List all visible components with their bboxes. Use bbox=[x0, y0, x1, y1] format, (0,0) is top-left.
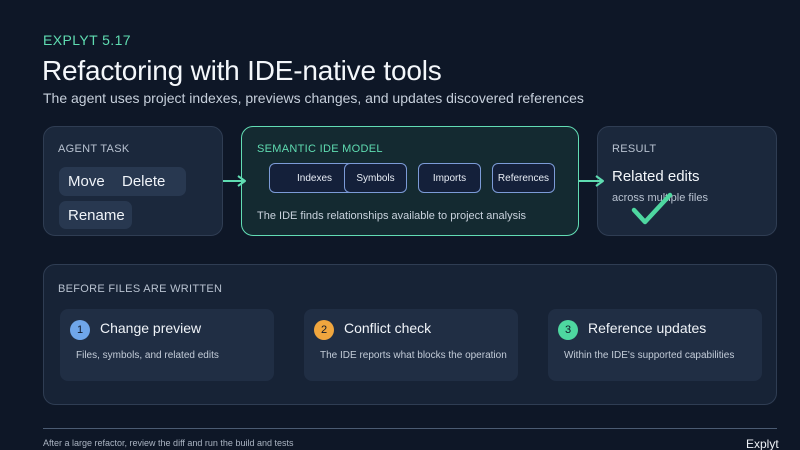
slide: EXPLYT 5.17 Refactoring with IDE-native … bbox=[0, 0, 800, 450]
footer-note: After a large refactor, review the diff … bbox=[43, 438, 294, 448]
footer-divider bbox=[43, 428, 777, 429]
footer-brand: Explyt bbox=[746, 437, 779, 450]
checkmark-icon bbox=[631, 192, 673, 225]
arrow-right-icon bbox=[579, 175, 604, 187]
connector-overlay bbox=[223, 175, 673, 225]
arrow-right-icon bbox=[223, 175, 246, 187]
